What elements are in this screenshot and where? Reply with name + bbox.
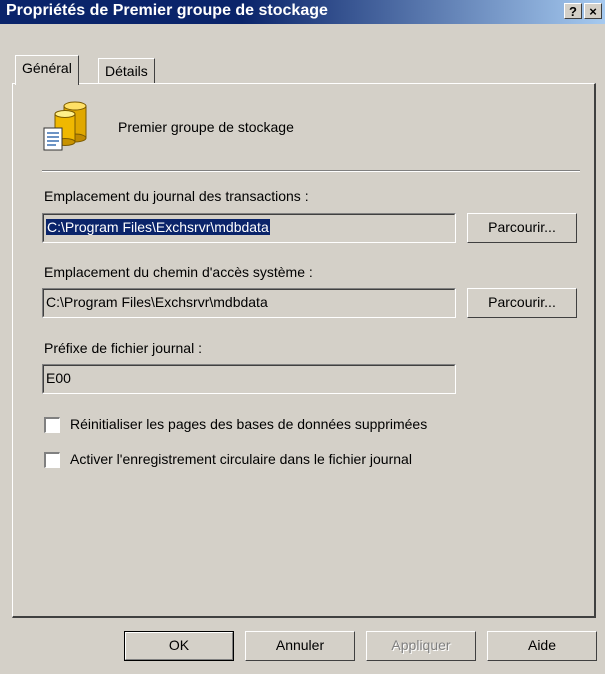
browse-system-path-button[interactable]: Parcourir... [467, 288, 577, 318]
storage-group-icon [42, 100, 92, 156]
system-path-label: Emplacement du chemin d'accès système : [44, 264, 313, 280]
close-button[interactable]: × [584, 3, 602, 19]
tab-general[interactable]: Général [15, 55, 79, 85]
browse-transaction-log-button[interactable]: Parcourir... [467, 213, 577, 243]
system-path-value: C:\Program Files\Exchsrvr\mdbdata [46, 294, 268, 310]
circular-logging-checkbox[interactable] [44, 452, 60, 468]
ok-button[interactable]: OK [124, 631, 234, 661]
cancel-button[interactable]: Annuler [245, 631, 355, 661]
storage-group-name: Premier groupe de stockage [118, 119, 294, 135]
help-button[interactable]: ? [564, 3, 582, 19]
reset-deleted-pages-checkbox[interactable] [44, 417, 60, 433]
log-prefix-value: E00 [46, 370, 71, 386]
reset-deleted-pages-label[interactable]: Réinitialiser les pages des bases de don… [70, 416, 427, 432]
transaction-log-path-field[interactable]: C:\Program Files\Exchsrvr\mdbdata [42, 213, 456, 243]
apply-button[interactable]: Appliquer [366, 631, 476, 661]
log-prefix-label: Préfixe de fichier journal : [44, 340, 202, 356]
log-prefix-field: E00 [42, 364, 456, 394]
system-path-field[interactable]: C:\Program Files\Exchsrvr\mdbdata [42, 288, 456, 318]
title-bar[interactable]: Propriétés de Premier groupe de stockage… [0, 0, 605, 24]
transaction-log-path-value: C:\Program Files\Exchsrvr\mdbdata [46, 219, 270, 235]
header-separator [42, 170, 580, 172]
ok-button-label: OK [168, 637, 190, 653]
circular-logging-label[interactable]: Activer l'enregistrement circulaire dans… [70, 451, 412, 467]
tab-details[interactable]: Détails [98, 58, 155, 84]
transaction-log-label: Emplacement du journal des transactions … [44, 188, 309, 204]
window-title: Propriétés de Premier groupe de stockage [6, 2, 328, 19]
help-dialog-button[interactable]: Aide [487, 631, 597, 661]
properties-dialog: Propriétés de Premier groupe de stockage… [0, 0, 605, 674]
